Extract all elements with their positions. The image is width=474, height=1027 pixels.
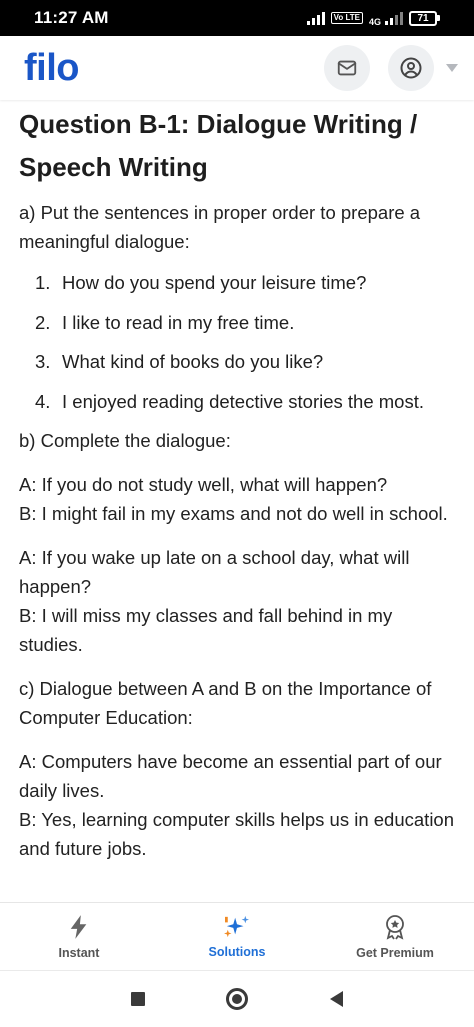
list-item: 2. I like to read in my free time. xyxy=(35,311,295,333)
dialogue-line-b: B: I will miss my classes and fall behin… xyxy=(19,605,393,655)
dialogue-exchange-2: A: If you wake up late on a school day, … xyxy=(19,543,454,659)
section-a-heading: a) Put the sentences in proper order to … xyxy=(19,202,421,252)
lightning-icon xyxy=(70,914,87,939)
nav-label-solutions: Solutions xyxy=(208,944,266,959)
signal-bars-2-icon xyxy=(385,11,403,25)
section-c-heading: c) Dialogue between A and B on the Impor… xyxy=(19,678,432,728)
dialogue-exchange-3: A: Computers have become an essential pa… xyxy=(19,747,454,863)
section-b-heading: b) Complete the dialogue: xyxy=(19,430,231,451)
header-actions xyxy=(324,45,458,91)
signal-bars-icon xyxy=(306,11,325,25)
list-item: 4. I enjoyed reading detective stories th… xyxy=(35,390,424,412)
mail-button[interactable] xyxy=(324,45,370,91)
dialogue-line-b: B: I might fail in my exams and not do w… xyxy=(19,503,448,524)
chevron-down-icon[interactable] xyxy=(446,64,458,72)
home-icon[interactable] xyxy=(226,988,249,1010)
ordered-sentence-list: 1. How do you spend your leisure time? 2.… xyxy=(19,268,454,416)
status-time: 11:27 AM xyxy=(34,8,109,27)
sparkles-icon xyxy=(224,915,249,937)
back-icon[interactable] xyxy=(330,991,344,1007)
recent-apps-icon[interactable] xyxy=(130,992,145,1006)
list-item: 1. How do you spend your leisure time? xyxy=(35,272,367,293)
nav-label-instant: Instant xyxy=(58,945,100,960)
dialogue-exchange-1: A: If you do not study well, what will h… xyxy=(19,470,454,528)
nav-item-get-premium[interactable]: Get Premium xyxy=(316,903,474,970)
status-indicators: Vo LTE 4G 71 xyxy=(306,10,440,27)
status-bar: 11:27 AM Vo LTE 4G 71 xyxy=(0,0,474,36)
volte-badge: Vo LTE xyxy=(330,12,363,24)
dialogue-line-b: B: Yes, learning computer skills helps u… xyxy=(19,809,455,859)
list-item: 3. What kind of books do you like? xyxy=(35,351,324,372)
mail-icon xyxy=(337,60,357,76)
dialogue-line-a: A: Computers have become an essential pa… xyxy=(19,751,442,801)
dialogue-line-a: A: If you do not study well, what will h… xyxy=(19,474,388,495)
question-title: Question B-1: Dialogue Writing / Speech … xyxy=(19,109,418,182)
app-header: filo xyxy=(0,36,474,100)
system-nav-bar xyxy=(0,970,474,1027)
filo-logo[interactable]: filo xyxy=(24,49,79,87)
battery-level: 71 xyxy=(417,12,429,24)
nav-label-get-premium: Get Premium xyxy=(356,945,434,960)
profile-button[interactable] xyxy=(388,45,434,91)
dialogue-line-a: A: If you wake up late on a school day, … xyxy=(19,547,410,597)
user-circle-icon xyxy=(400,57,422,79)
nav-item-solutions[interactable]: Solutions xyxy=(158,903,316,970)
bottom-nav: Instant Solutions Get Premium xyxy=(0,902,474,970)
question-content: Question B-1: Dialogue Writing / Speech … xyxy=(0,100,474,902)
network-type: 4G xyxy=(368,16,381,27)
nav-item-instant[interactable]: Instant xyxy=(0,903,158,970)
award-badge-icon xyxy=(386,914,404,940)
battery-icon: 71 xyxy=(409,10,440,26)
